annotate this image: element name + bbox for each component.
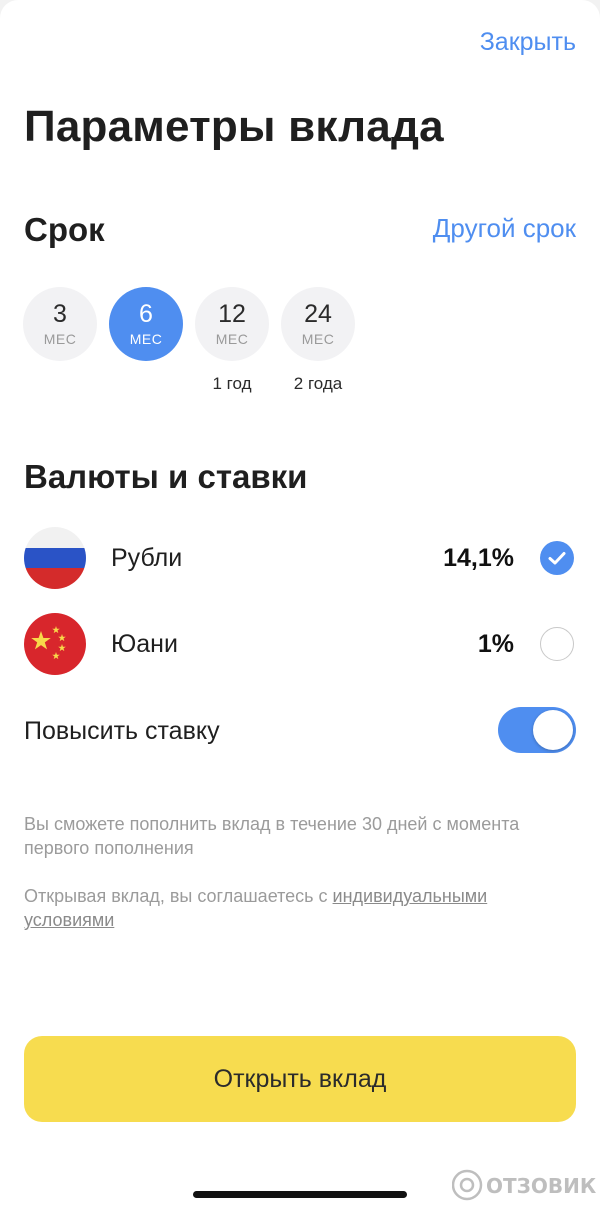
term-unit: МЕС bbox=[129, 331, 163, 347]
term-option-24[interactable]: 24 МЕС bbox=[281, 287, 355, 361]
otzovik-watermark: ОТЗОВИК bbox=[452, 1168, 597, 1202]
svg-text:ОТЗОВИК: ОТЗОВИК bbox=[486, 1174, 597, 1198]
replenish-note: Вы сможете пополнить вклад в течение 30 … bbox=[24, 814, 520, 858]
other-term-link[interactable]: Другой срок bbox=[433, 213, 576, 244]
term-option-12[interactable]: 12 МЕС bbox=[195, 287, 269, 361]
term-value: 3 bbox=[53, 300, 67, 328]
page-title: Параметры вклада bbox=[24, 102, 444, 151]
deposit-params-sheet: Закрыть Параметры вклада Срок Другой сро… bbox=[0, 0, 600, 1211]
term-value: 24 bbox=[304, 300, 332, 328]
term-unit: МЕС bbox=[43, 331, 77, 347]
agreement-note: Открывая вклад, вы соглашаетесь с индиви… bbox=[24, 884, 574, 932]
close-button[interactable]: Закрыть bbox=[480, 28, 576, 57]
open-deposit-button[interactable]: Открыть вклад bbox=[24, 1036, 576, 1122]
term-sub-2-years: 2 года bbox=[293, 374, 343, 393]
term-unit: МЕС bbox=[301, 331, 335, 347]
china-flag-icon bbox=[24, 613, 86, 675]
term-unit: МЕС bbox=[215, 331, 249, 347]
term-heading: Срок bbox=[24, 211, 105, 248]
boost-rate-label: Повысить ставку bbox=[24, 717, 220, 745]
home-indicator bbox=[193, 1191, 407, 1198]
checkmark-icon bbox=[548, 552, 566, 565]
russia-flag-icon bbox=[24, 527, 86, 589]
term-sub-1-year: 1 год bbox=[212, 374, 252, 393]
currencies-heading: Валюты и ставки bbox=[24, 458, 308, 495]
currency-name-cny: Юани bbox=[111, 630, 178, 658]
term-value: 12 bbox=[218, 300, 246, 328]
currency-rate-rub: 14,1% bbox=[443, 544, 514, 572]
currency-radio-cny[interactable] bbox=[540, 627, 574, 661]
term-value: 6 bbox=[139, 300, 153, 328]
currency-rate-cny: 1% bbox=[477, 630, 514, 658]
term-option-6[interactable]: 6 МЕС bbox=[109, 287, 183, 361]
term-option-3[interactable]: 3 МЕС bbox=[23, 287, 97, 361]
boost-rate-toggle[interactable] bbox=[498, 707, 576, 753]
agreement-text: Открывая вклад, вы соглашаетесь с bbox=[24, 886, 333, 906]
otzovik-logo-icon: ОТЗОВИК bbox=[452, 1169, 597, 1201]
toggle-knob bbox=[533, 710, 573, 750]
currency-name-rub: Рубли bbox=[111, 544, 183, 572]
currency-radio-rub[interactable] bbox=[540, 541, 574, 575]
